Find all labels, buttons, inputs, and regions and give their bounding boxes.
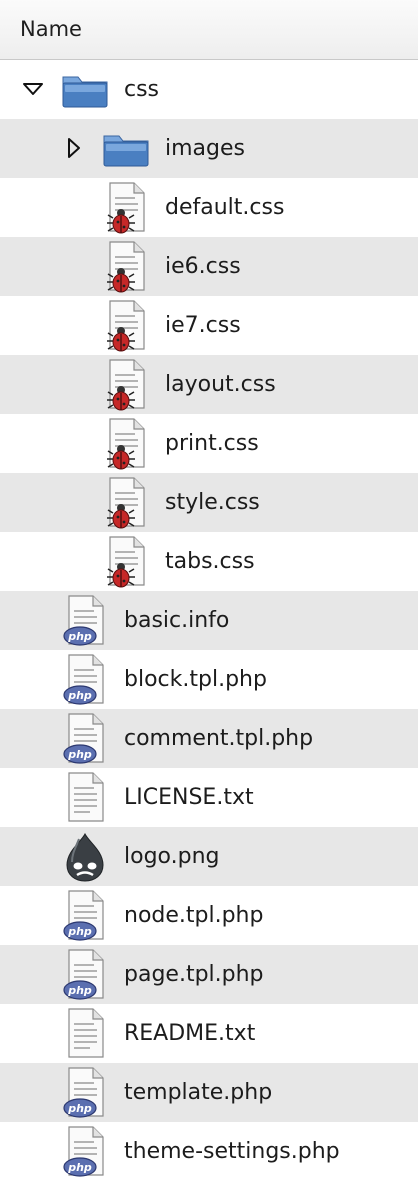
file-name: node.tpl.php — [124, 903, 264, 928]
file-row-layout-css[interactable]: layout.css — [0, 355, 418, 414]
file-tree-list: css images default.css ie6.css ie7.css layout… — [0, 60, 418, 1191]
php-file-icon: php — [60, 593, 110, 648]
css-file-icon — [101, 298, 151, 353]
svg-text:php: php — [67, 984, 92, 997]
css-file-icon — [101, 416, 151, 471]
text-file-icon — [60, 770, 110, 825]
drupal-logo-icon — [60, 829, 110, 884]
php-file-icon: php — [60, 888, 110, 943]
css-file-icon — [101, 357, 151, 412]
file-row-template-php[interactable]: php template.php — [0, 1063, 418, 1122]
file-row-style-css[interactable]: style.css — [0, 473, 418, 532]
file-row-print-css[interactable]: print.css — [0, 414, 418, 473]
svg-text:php: php — [67, 630, 92, 643]
file-name: basic.info — [124, 608, 230, 633]
file-row-ie6-css[interactable]: ie6.css — [0, 237, 418, 296]
file-name: comment.tpl.php — [124, 726, 314, 751]
collapsed-triangle-icon[interactable] — [62, 136, 86, 160]
file-row-basic-info[interactable]: php basic.info — [0, 591, 418, 650]
column-header-name[interactable]: Name — [0, 0, 418, 60]
file-row-css[interactable]: css — [0, 60, 418, 119]
file-name: ie7.css — [165, 313, 241, 338]
expanded-triangle-icon[interactable] — [21, 77, 45, 101]
file-row-block-tpl-php[interactable]: php block.tpl.php — [0, 650, 418, 709]
file-browser: Name css images default.css ie6.css ie7.css l… — [0, 0, 418, 1191]
file-row-theme-settings-php[interactable]: php theme-settings.php — [0, 1122, 418, 1181]
svg-text:php: php — [67, 748, 92, 761]
file-row-logo-png[interactable]: logo.png — [0, 827, 418, 886]
folder-icon — [60, 62, 110, 117]
file-row-tabs-css[interactable]: tabs.css — [0, 532, 418, 591]
file-name: layout.css — [165, 372, 276, 397]
file-name: default.css — [165, 195, 285, 220]
file-name: logo.png — [124, 844, 220, 869]
svg-text:php: php — [67, 1102, 92, 1115]
file-row-default-css[interactable]: default.css — [0, 178, 418, 237]
folder-icon — [101, 121, 151, 176]
file-name: ie6.css — [165, 254, 241, 279]
file-row-comment-tpl-php[interactable]: php comment.tpl.php — [0, 709, 418, 768]
file-name: css — [124, 77, 160, 102]
css-file-icon — [101, 475, 151, 530]
file-row-node-tpl-php[interactable]: php node.tpl.php — [0, 886, 418, 945]
file-name: tabs.css — [165, 549, 255, 574]
svg-text:php: php — [67, 689, 92, 702]
file-name: style.css — [165, 490, 260, 515]
file-row-images[interactable]: images — [0, 119, 418, 178]
php-file-icon: php — [60, 1124, 110, 1179]
file-row-ie7-css[interactable]: ie7.css — [0, 296, 418, 355]
file-name: README.txt — [124, 1021, 256, 1046]
file-name: print.css — [165, 431, 259, 456]
php-file-icon: php — [60, 947, 110, 1002]
file-row-license-txt[interactable]: LICENSE.txt — [0, 768, 418, 827]
php-file-icon: php — [60, 652, 110, 707]
file-row-readme-txt[interactable]: README.txt — [0, 1004, 418, 1063]
file-name: page.tpl.php — [124, 962, 264, 987]
css-file-icon — [101, 239, 151, 294]
file-name: block.tpl.php — [124, 667, 267, 692]
column-header-label: Name — [20, 17, 82, 41]
svg-text:php: php — [67, 925, 92, 938]
css-file-icon — [101, 180, 151, 235]
file-name: template.php — [124, 1080, 273, 1105]
svg-text:php: php — [67, 1161, 92, 1174]
file-name: LICENSE.txt — [124, 785, 254, 810]
php-file-icon: php — [60, 711, 110, 766]
php-file-icon: php — [60, 1065, 110, 1120]
file-name: images — [165, 136, 245, 161]
css-file-icon — [101, 534, 151, 589]
file-row-page-tpl-php[interactable]: php page.tpl.php — [0, 945, 418, 1004]
file-name: theme-settings.php — [124, 1139, 340, 1164]
text-file-icon — [60, 1006, 110, 1061]
